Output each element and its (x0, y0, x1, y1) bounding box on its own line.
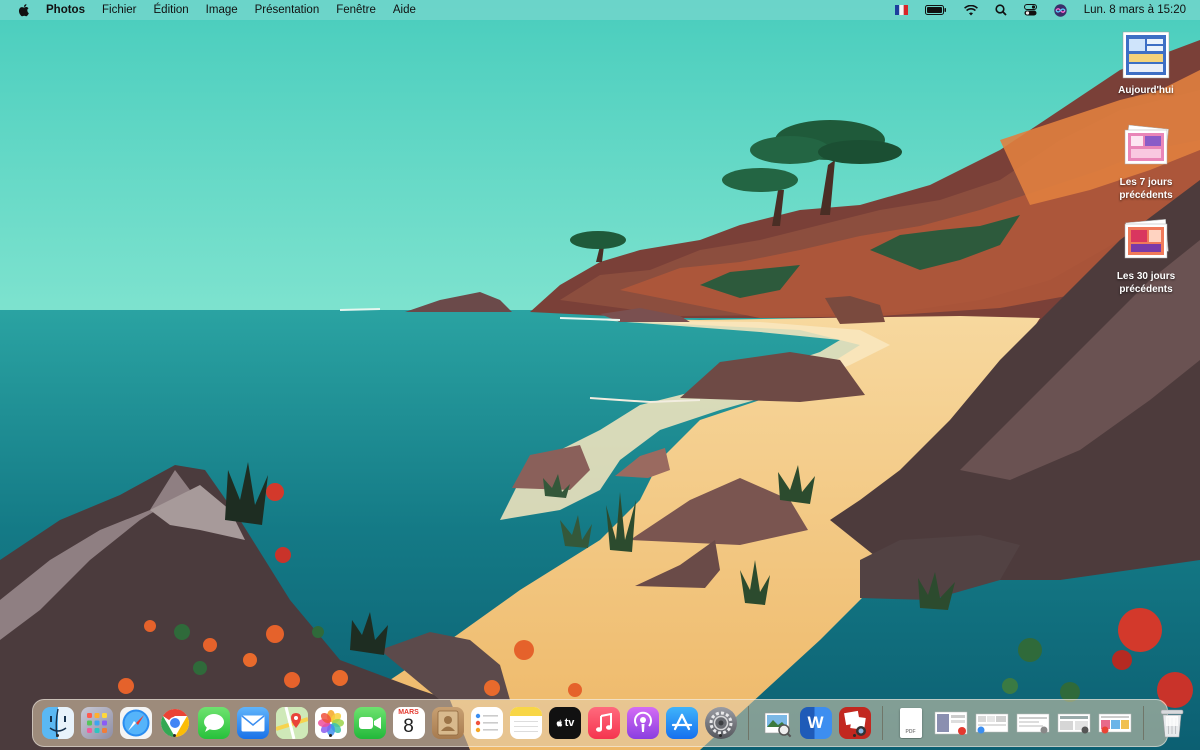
menu-image[interactable]: Image (206, 4, 238, 16)
spotlight-search-icon[interactable] (995, 4, 1007, 16)
notepad-icon (509, 707, 542, 732)
menu-bar: Photos Fichier Édition Image Présentatio… (0, 0, 1200, 20)
screenshot-stack-icon (1122, 31, 1170, 79)
dock-app-store[interactable] (665, 707, 698, 739)
running-indicator (56, 734, 59, 737)
app-store-a-icon (671, 713, 692, 731)
window-thumbnail-icon (1016, 713, 1049, 734)
stack-label-previous-30-days: Les 30 jours précédents (1116, 271, 1176, 295)
menu-presentation[interactable]: Présentation (255, 4, 320, 16)
dock-minimized-window-4[interactable] (1057, 707, 1091, 739)
photos-flower-icon (317, 710, 344, 736)
dock-messages[interactable] (197, 707, 230, 739)
stack-label-previous-7-days: Les 7 jours précédents (1119, 177, 1173, 201)
dock-separator (882, 706, 883, 740)
video-camera-icon (358, 717, 381, 729)
desktop-wallpaper (0, 0, 1200, 750)
stack-label-today: Aujourd'hui (1118, 85, 1174, 96)
dock-notes[interactable] (509, 707, 542, 739)
dock-reminders[interactable] (470, 707, 503, 739)
safari-compass-icon (122, 709, 149, 737)
screenshot-stack-icon (1124, 124, 1169, 165)
dock-podcasts[interactable] (626, 707, 659, 739)
word-letter: W (807, 713, 824, 732)
preview-photos-icon (764, 712, 792, 738)
dock-separator (748, 706, 749, 740)
tv-label: tv (564, 717, 575, 729)
gear-icon (709, 711, 732, 735)
menu-edition[interactable]: Édition (154, 4, 189, 16)
dock-preview[interactable] (761, 707, 793, 739)
desktop-stack-today[interactable]: Aujourd'hui (1104, 30, 1188, 97)
dock-mail[interactable] (236, 707, 269, 739)
menu-app-photos[interactable]: Photos (46, 4, 85, 16)
dock-calendar[interactable]: MARS 8 (392, 707, 425, 739)
screenshot-stack-icon (1124, 219, 1169, 259)
window-thumbnail-icon (1098, 713, 1131, 734)
running-indicator (329, 734, 332, 737)
dock-maps[interactable] (275, 707, 308, 739)
dock-finder[interactable] (41, 707, 74, 739)
contacts-person-icon (437, 710, 458, 736)
dock-music[interactable] (587, 707, 620, 739)
dock-chrome[interactable] (159, 707, 191, 739)
dock-trash[interactable] (1156, 707, 1188, 739)
running-indicator (173, 734, 176, 737)
dock-minimized-window-3[interactable] (1016, 707, 1050, 739)
trash-icon (1160, 709, 1183, 738)
french-flag-icon[interactable] (894, 5, 908, 15)
desktop-stack-previous-30-days[interactable]: Les 30 jours précédents (1104, 218, 1188, 296)
pdf-badge: PDF (905, 729, 916, 735)
running-indicator (853, 734, 856, 737)
apple-logo-icon[interactable] (16, 2, 32, 18)
dock-minimized-window-1[interactable] (934, 707, 968, 739)
dock-contacts[interactable] (431, 707, 464, 739)
map-icon (275, 707, 308, 739)
dock-launchpad[interactable] (80, 707, 113, 739)
dock-photo-booth[interactable] (838, 707, 871, 739)
menu-bar-clock[interactable]: Lun. 8 mars à 15:20 (1084, 4, 1186, 16)
battery-icon[interactable] (924, 5, 947, 15)
dock-document-pdf[interactable]: PDF (895, 707, 927, 739)
menu-fichier[interactable]: Fichier (102, 4, 137, 16)
siri-icon[interactable] (1054, 3, 1067, 17)
checklist-icon (475, 713, 498, 733)
window-thumbnail-icon (934, 711, 967, 735)
dock-system-preferences[interactable] (704, 707, 737, 739)
music-note-icon (595, 713, 612, 732)
dock-minimized-window-5[interactable] (1098, 707, 1132, 739)
dock-word[interactable]: W (799, 707, 832, 739)
dock-tv[interactable]: tv (548, 707, 581, 739)
speech-bubble-icon (203, 714, 224, 732)
pdf-document-icon: PDF (899, 708, 922, 738)
wifi-icon[interactable] (963, 4, 978, 16)
dock-photos[interactable] (314, 707, 347, 739)
dock-safari[interactable] (119, 707, 152, 739)
menu-fenetre[interactable]: Fenêtre (336, 4, 376, 16)
calendar-day: 8 (403, 716, 414, 737)
dock-separator (1143, 706, 1144, 740)
window-thumbnail-icon (1057, 713, 1090, 734)
menu-aide[interactable]: Aide (393, 4, 416, 16)
dock: MARS 8 tv W PDF (32, 699, 1183, 747)
dock-facetime[interactable] (353, 707, 386, 739)
desktop-stack-previous-7-days[interactable]: Les 7 jours précédents (1104, 124, 1188, 202)
apple-tv-logo-icon (556, 719, 562, 727)
dock-minimized-window-2[interactable] (975, 707, 1009, 739)
menu-bar-status-area: Lun. 8 mars à 15:20 (894, 0, 1200, 20)
control-center-icon[interactable] (1023, 4, 1037, 16)
podcast-icon (633, 711, 652, 732)
window-thumbnail-icon (975, 713, 1008, 734)
running-indicator (719, 734, 722, 737)
envelope-icon (241, 714, 264, 731)
launchpad-grid-icon (86, 713, 107, 733)
